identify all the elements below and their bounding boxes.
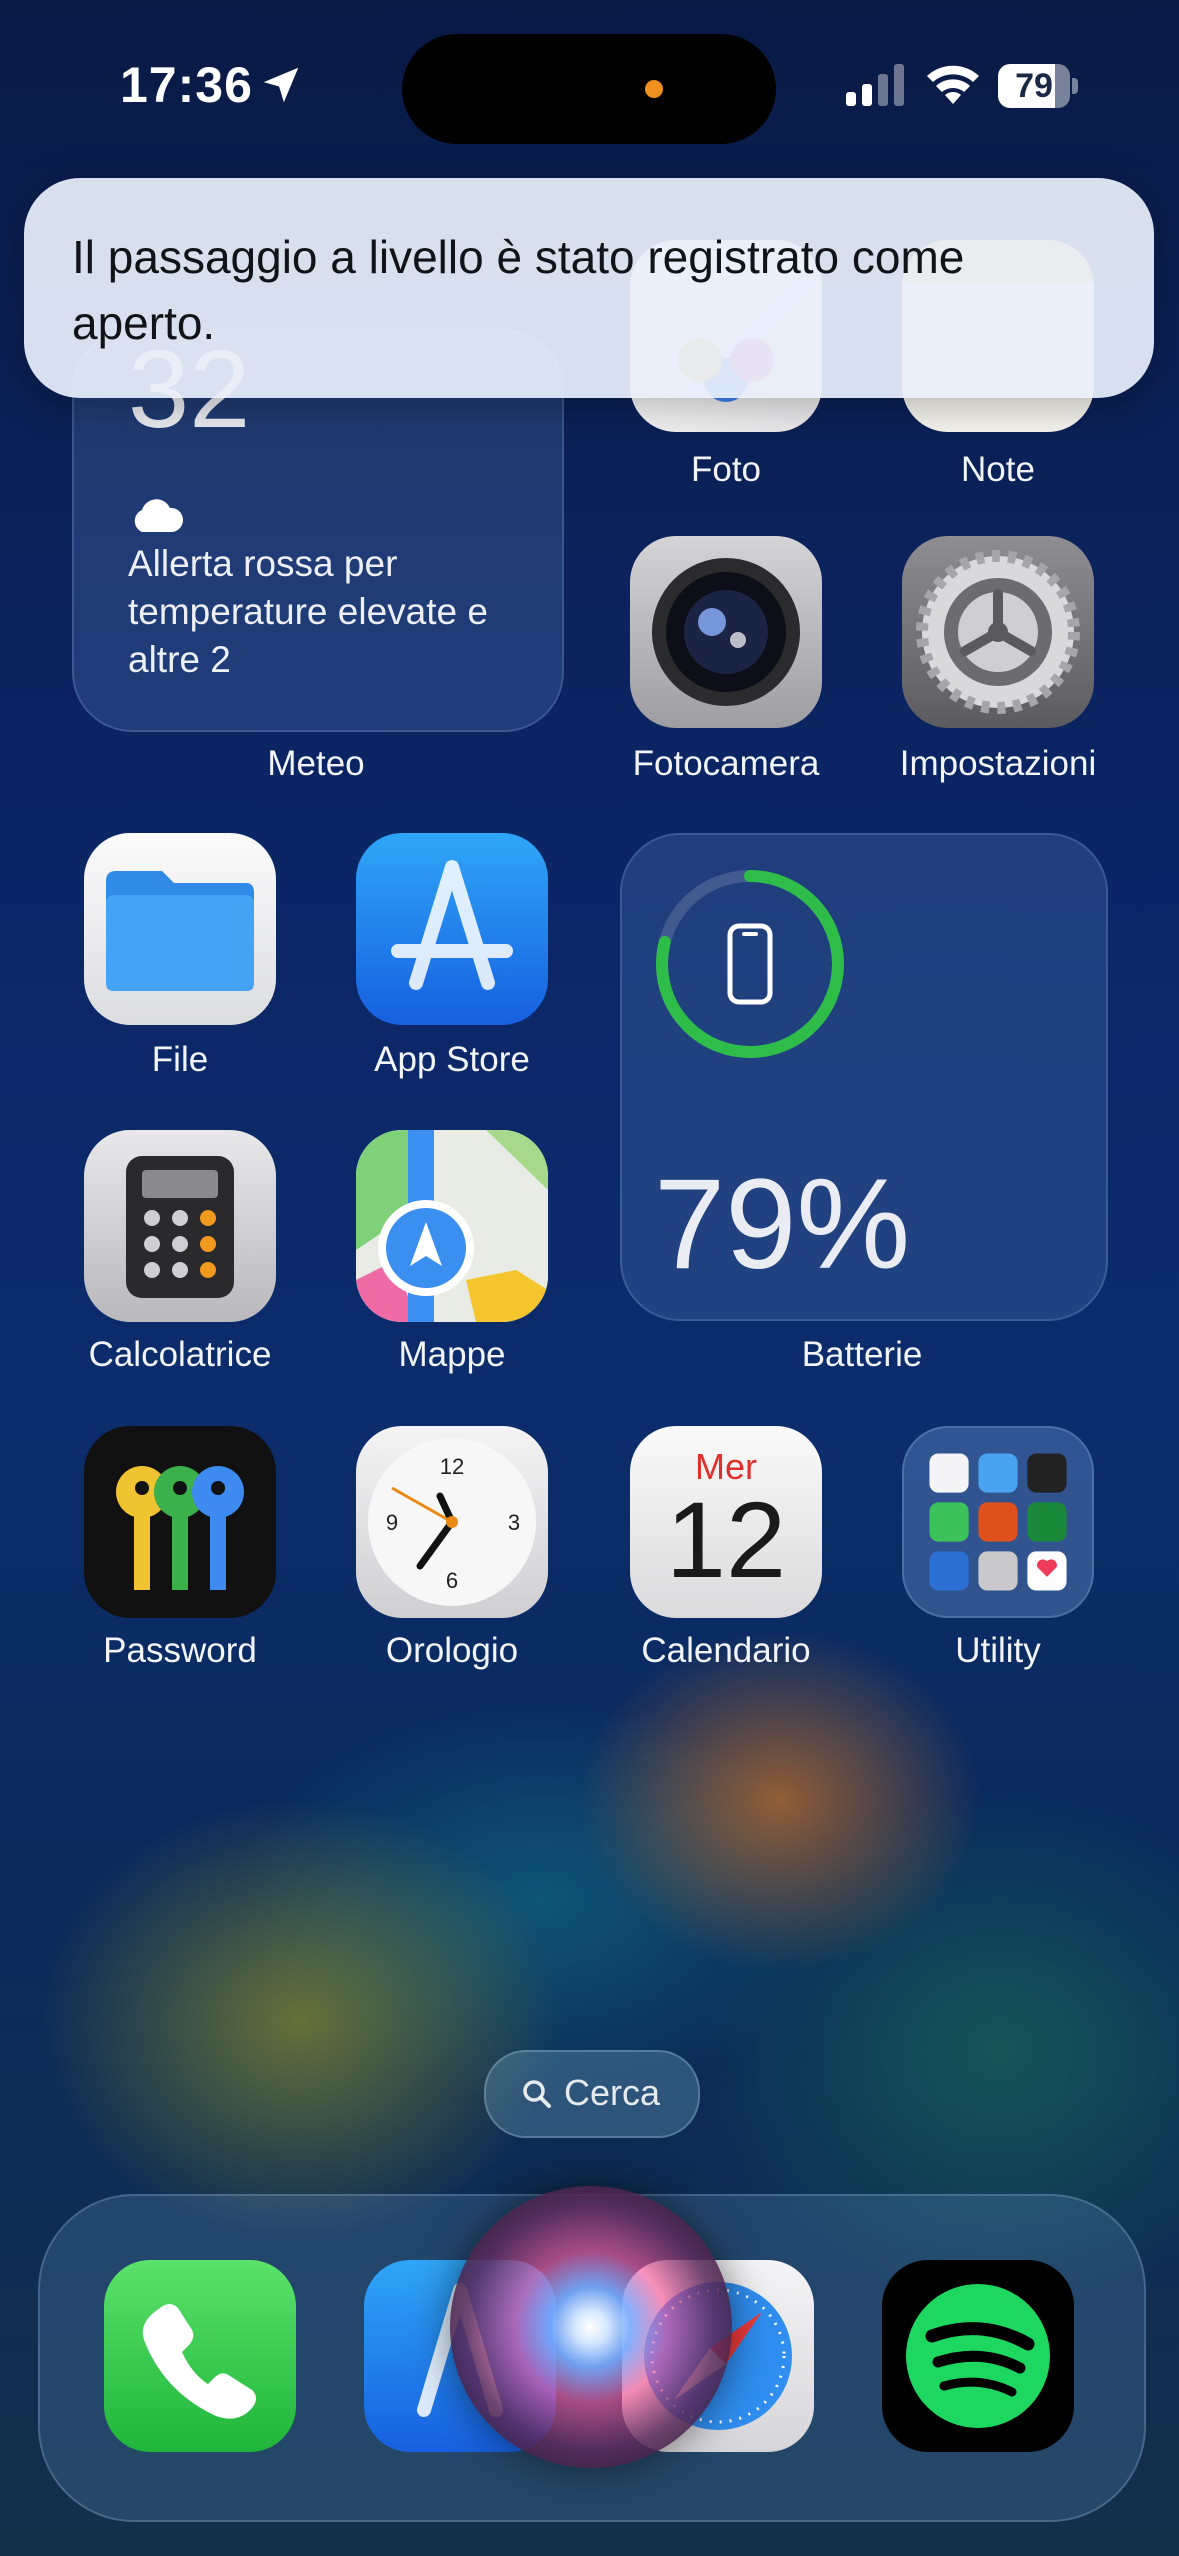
battery-indicator: 79 [998,64,1078,108]
impostazioni-label: Impostazioni [899,744,1097,783]
utility-label: Utility [955,1631,1041,1670]
iphone-icon [727,923,773,1005]
phone-app-icon[interactable] [104,2260,296,2452]
utility-folder-icon[interactable] [902,1426,1094,1618]
wifi-icon [927,65,979,104]
orologio-app-icon[interactable]: 12 3 6 9 [356,1426,548,1618]
mappe-app-icon[interactable] [356,1130,548,1322]
calendario-app-icon[interactable]: Mer 12 [630,1426,822,1618]
weather-widget-label: Meteo [267,744,365,783]
search-icon [523,2080,551,2108]
clock-numeral-12: 12 [440,1454,464,1479]
fotocamera-app-icon[interactable] [630,536,822,728]
siri-response-text: Il passaggio a livello è stato registrat… [72,231,965,349]
note-label: Note [961,450,1035,489]
foto-label: Foto [690,450,762,489]
search-label: Cerca [564,2072,661,2113]
file-app-icon[interactable] [84,833,276,1025]
cellular-signal-icon [846,64,904,106]
calendar-day: 12 [665,1479,787,1600]
battery-widget-label: Batterie [801,1335,923,1374]
spotify-app-icon[interactable] [882,2260,1074,2452]
dynamic-island [402,34,776,144]
file-label: File [151,1040,209,1079]
app-store-label: App Store [374,1040,530,1079]
siri-orb[interactable] [450,2186,732,2468]
clock-numeral-6: 6 [446,1568,458,1593]
calendario-label: Calendario [641,1631,811,1670]
fotocamera-label: Fotocamera [632,744,820,783]
cloud-icon [134,499,184,532]
siri-response-banner[interactable]: Il passaggio a livello è stato registrat… [24,178,1154,398]
password-label: Password [103,1631,257,1670]
orologio-label: Orologio [385,1631,519,1670]
battery-widget-percent: 79% [654,1153,911,1296]
location-arrow-icon [263,67,299,103]
search-button[interactable]: Cerca [484,2050,700,2138]
weather-alert-text: Allerta rossa per temperature elevate e … [128,543,488,680]
impostazioni-app-icon[interactable] [902,536,1094,728]
clock-numeral-9: 9 [386,1510,398,1535]
calcolatrice-label: Calcolatrice [88,1335,272,1374]
clock-numeral-3: 3 [508,1510,520,1535]
mappe-label: Mappe [398,1335,506,1374]
app-store-app-icon[interactable] [356,833,548,1025]
battery-ring [656,870,844,1058]
camera-indicator-dot [645,80,663,98]
calcolatrice-app-icon[interactable] [84,1130,276,1322]
battery-percentage: 79 [1015,67,1053,105]
status-time: 17:36 [120,57,253,113]
password-app-icon[interactable] [84,1426,276,1618]
